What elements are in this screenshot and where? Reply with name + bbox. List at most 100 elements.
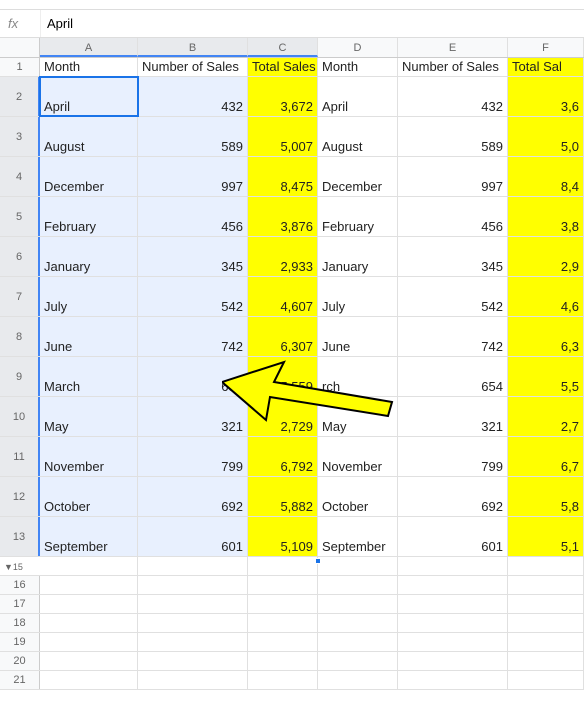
formula-input[interactable] (40, 10, 584, 37)
cell-F5[interactable]: 3,8 (508, 197, 584, 236)
row-header-5[interactable]: 5 (0, 197, 40, 236)
col-header-F[interactable]: F (508, 38, 584, 57)
row-header-18[interactable]: 18 (0, 614, 40, 632)
cell-A11[interactable]: November (40, 437, 138, 476)
cell-D2[interactable]: April (318, 77, 398, 116)
cell-D10[interactable]: May (318, 397, 398, 436)
cell-C4[interactable]: 8,475 (248, 157, 318, 196)
row-header-12[interactable]: 12 (0, 477, 40, 516)
cell-D13[interactable]: September (318, 517, 398, 556)
cell-B12[interactable]: 692 (138, 477, 248, 516)
cell-C1[interactable]: Total Sales (248, 58, 318, 76)
cell-E12[interactable]: 692 (398, 477, 508, 516)
selection-fill-handle[interactable] (315, 558, 321, 564)
cell-D5[interactable]: February (318, 197, 398, 236)
cell-E1[interactable]: Number of Sales (398, 58, 508, 76)
col-header-E[interactable]: E (398, 38, 508, 57)
row-header-13[interactable]: 13 (0, 517, 40, 556)
cell-C13[interactable]: 5,109 (248, 517, 318, 556)
col-header-A[interactable]: A (40, 38, 138, 57)
col-header-C[interactable]: C (248, 38, 318, 57)
cell-B13[interactable]: 601 (138, 517, 248, 556)
row-header-7[interactable]: 7 (0, 277, 40, 316)
cell-A13[interactable]: September (40, 517, 138, 556)
cell-E8[interactable]: 742 (398, 317, 508, 356)
cell-D9[interactable]: rch (318, 357, 398, 396)
cell-F6[interactable]: 2,9 (508, 237, 584, 276)
cell-E11[interactable]: 799 (398, 437, 508, 476)
cell-C7[interactable]: 4,607 (248, 277, 318, 316)
cell-C6[interactable]: 2,933 (248, 237, 318, 276)
cell-C9[interactable]: 5,559 (248, 357, 318, 396)
cell-E13[interactable]: 601 (398, 517, 508, 556)
cell-B2[interactable]: 432 (138, 77, 248, 116)
cell-F12[interactable]: 5,8 (508, 477, 584, 516)
cell-D12[interactable]: October (318, 477, 398, 516)
cell-E7[interactable]: 542 (398, 277, 508, 316)
cell-A7[interactable]: July (40, 277, 138, 316)
cell-D1[interactable]: Month (318, 58, 398, 76)
cell-C5[interactable]: 3,876 (248, 197, 318, 236)
col-header-D[interactable]: D (318, 38, 398, 57)
cell-F9[interactable]: 5,5 (508, 357, 584, 396)
cell-A10[interactable]: May (40, 397, 138, 436)
cell-E9[interactable]: 654 (398, 357, 508, 396)
cell-B3[interactable]: 589 (138, 117, 248, 156)
row-header-2[interactable]: 2 (0, 77, 40, 116)
cell-A12[interactable]: October (40, 477, 138, 516)
cell-C12[interactable]: 5,882 (248, 477, 318, 516)
cell-E4[interactable]: 997 (398, 157, 508, 196)
cell-B1[interactable]: Number of Sales (138, 58, 248, 76)
cell-B5[interactable]: 456 (138, 197, 248, 236)
cell-E10[interactable]: 321 (398, 397, 508, 436)
row-header-4[interactable]: 4 (0, 157, 40, 196)
cell-E3[interactable]: 589 (398, 117, 508, 156)
row-header-17[interactable]: 17 (0, 595, 40, 613)
cell-B4[interactable]: 997 (138, 157, 248, 196)
cell-C2[interactable]: 3,672 (248, 77, 318, 116)
row-header-8[interactable]: 8 (0, 317, 40, 356)
select-all-corner[interactable] (0, 38, 40, 57)
cell-B10[interactable]: 321 (138, 397, 248, 436)
cell-C11[interactable]: 6,792 (248, 437, 318, 476)
cell-A9[interactable]: March (40, 357, 138, 396)
cell-A6[interactable]: January (40, 237, 138, 276)
cell-F7[interactable]: 4,6 (508, 277, 584, 316)
row-header-19[interactable]: 19 (0, 633, 40, 651)
row-header-20[interactable]: 20 (0, 652, 40, 670)
cell-A5[interactable]: February (40, 197, 138, 236)
col-header-B[interactable]: B (138, 38, 248, 57)
row-header-9[interactable]: 9 (0, 357, 40, 396)
cell-A8[interactable]: June (40, 317, 138, 356)
cell-B7[interactable]: 542 (138, 277, 248, 316)
row-header-6[interactable]: 6 (0, 237, 40, 276)
cell-F8[interactable]: 6,3 (508, 317, 584, 356)
cell-E5[interactable]: 456 (398, 197, 508, 236)
cell-C3[interactable]: 5,007 (248, 117, 318, 156)
cell-F13[interactable]: 5,1 (508, 517, 584, 556)
cell-B11[interactable]: 799 (138, 437, 248, 476)
row-header-16[interactable]: 16 (0, 576, 40, 594)
cell-D8[interactable]: June (318, 317, 398, 356)
row-header-1[interactable]: 1 (0, 58, 40, 76)
cell-F10[interactable]: 2,7 (508, 397, 584, 436)
row-header-10[interactable]: 10 (0, 397, 40, 436)
row-header-11[interactable]: 11 (0, 437, 40, 476)
expand-rows-icon[interactable]: ▼ 15 (0, 557, 40, 576)
cell-C8[interactable]: 6,307 (248, 317, 318, 356)
cell-B6[interactable]: 345 (138, 237, 248, 276)
cell-D11[interactable]: November (318, 437, 398, 476)
cell-D4[interactable]: December (318, 157, 398, 196)
cell-D6[interactable]: January (318, 237, 398, 276)
row-header-3[interactable]: 3 (0, 117, 40, 156)
cell-B8[interactable]: 742 (138, 317, 248, 356)
cell-B9[interactable]: 654 (138, 357, 248, 396)
cell-C10[interactable]: 2,729 (248, 397, 318, 436)
cell-F11[interactable]: 6,7 (508, 437, 584, 476)
cell-A3[interactable]: August (40, 117, 138, 156)
cell-F2[interactable]: 3,6 (508, 77, 584, 116)
row-header-21[interactable]: 21 (0, 671, 40, 689)
cell-A2[interactable]: April (40, 77, 138, 116)
cell-F1[interactable]: Total Sal (508, 58, 584, 76)
cell-A1[interactable]: Month (40, 58, 138, 76)
